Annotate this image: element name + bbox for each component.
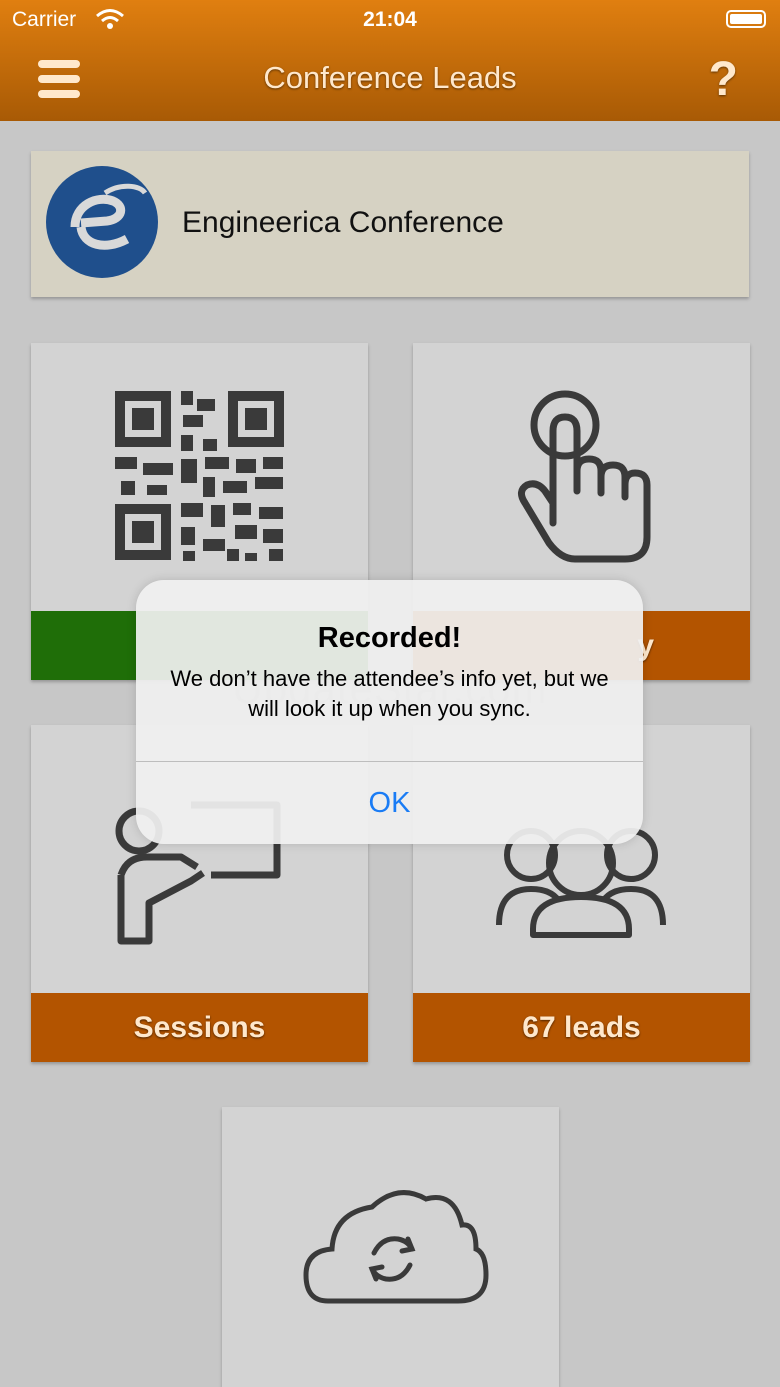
tap-hand-icon xyxy=(518,390,651,563)
clock: 21:04 xyxy=(363,8,417,31)
leads-count-label: 67 leads xyxy=(413,993,750,1062)
ok-button[interactable]: OK xyxy=(136,762,643,844)
help-icon[interactable]: ? xyxy=(709,52,738,107)
conference-card[interactable]: Engineerica Conference xyxy=(31,151,749,297)
alert-message: We don’t have the attendee’s info yet, b… xyxy=(170,666,609,721)
status-bar: Carrier 21:04 xyxy=(0,0,780,40)
sync-tile[interactable] xyxy=(222,1107,559,1387)
sessions-label: Sessions xyxy=(31,993,368,1062)
qr-code-icon xyxy=(115,391,284,561)
engineerica-logo-icon xyxy=(46,166,158,278)
recorded-alert-dialog: Recorded! We don’t have the attendee’s i… xyxy=(136,580,643,844)
alert-title: Recorded! xyxy=(317,622,462,654)
conference-name: Engineerica Conference xyxy=(182,206,504,239)
battery-icon xyxy=(726,10,766,28)
page-title: Conference Leads xyxy=(263,60,517,95)
nav-bar: Carrier 21:04 Conference Leads ? xyxy=(0,0,780,121)
cloud-sync-icon xyxy=(303,1190,489,1304)
